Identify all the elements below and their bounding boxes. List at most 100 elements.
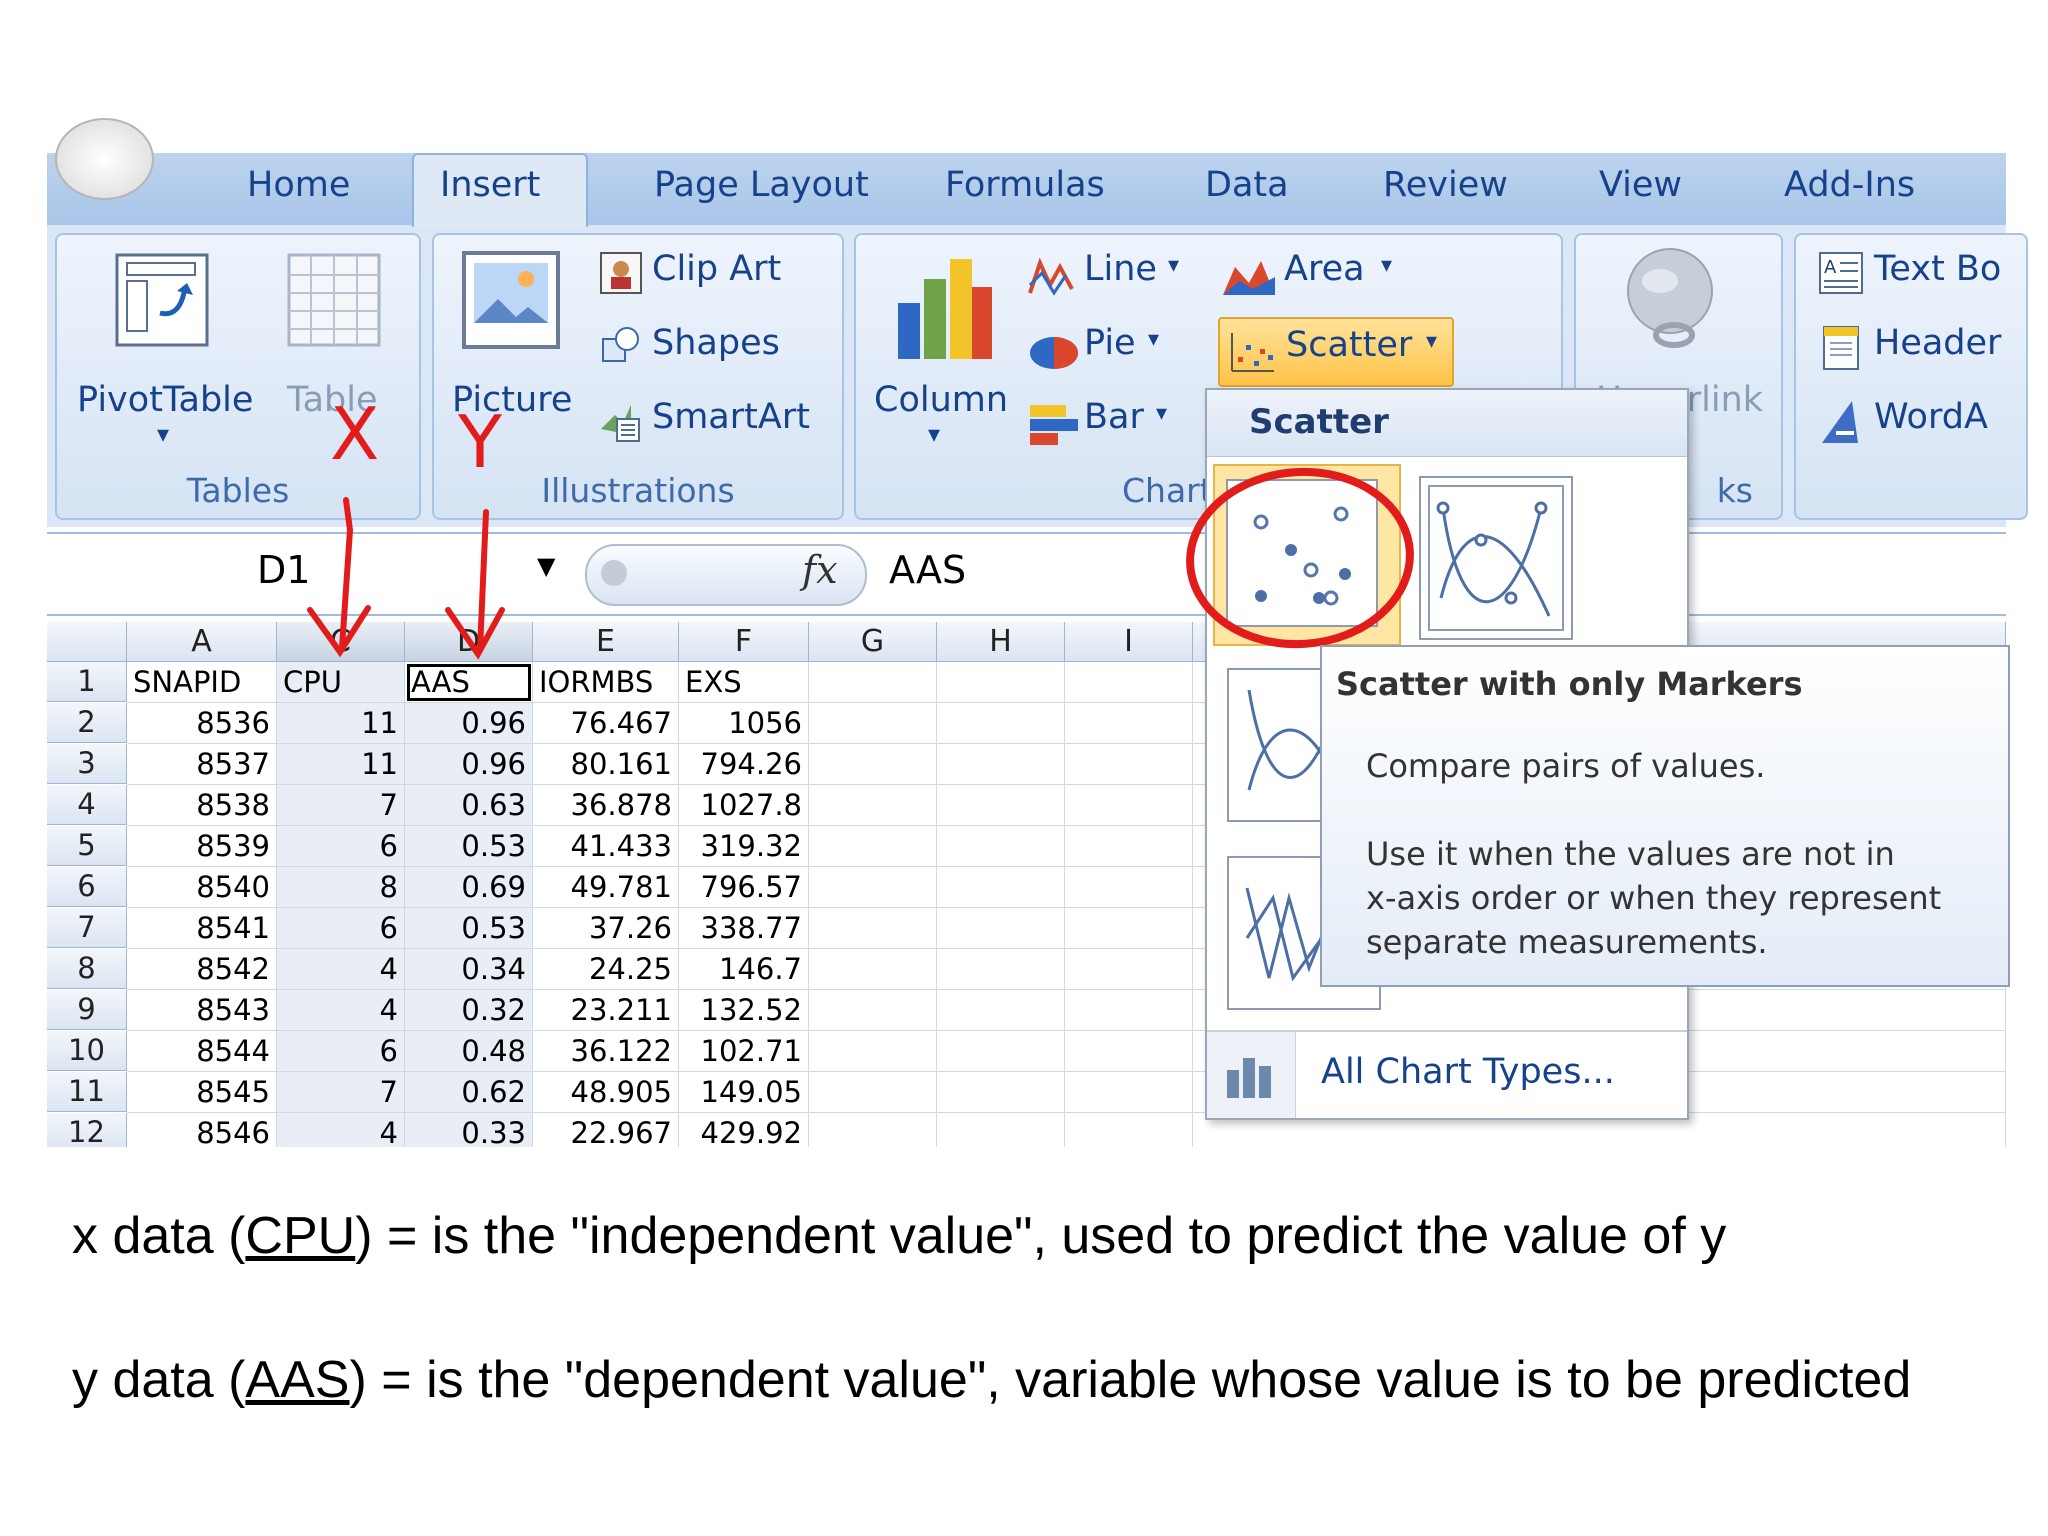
empty-cell[interactable] [937,744,1065,785]
row-header[interactable]: 4 [47,785,127,825]
empty-cell[interactable] [809,703,937,744]
expand-handle-icon[interactable] [601,560,627,586]
data-cell-c[interactable]: 4 [277,949,405,990]
empty-cell[interactable] [1065,949,1193,990]
data-cell-c[interactable]: 6 [277,908,405,949]
empty-cell[interactable] [937,1072,1065,1113]
shapes-icon[interactable] [599,325,643,369]
row-header[interactable]: 8 [47,949,127,989]
row-header[interactable]: 2 [47,703,127,743]
empty-cell[interactable] [937,1031,1065,1072]
row-header[interactable]: 1 [47,662,127,702]
area-dropdown-arrow-icon[interactable]: ▾ [1381,253,1392,278]
data-cell-d[interactable]: 0.63 [405,785,533,826]
empty-cell[interactable] [809,1113,937,1147]
header-cell-e[interactable]: IORMBS [533,662,679,703]
data-cell-a[interactable]: 8538 [127,785,277,826]
data-cell-d[interactable]: 0.34 [405,949,533,990]
column-header-a[interactable]: A [127,622,277,662]
row-header[interactable]: 10 [47,1031,127,1071]
data-cell-a[interactable]: 8542 [127,949,277,990]
empty-cell[interactable] [1065,908,1193,949]
text-box-icon[interactable]: A [1818,251,1864,295]
empty-cell[interactable] [809,1072,937,1113]
pie-chart-button[interactable]: Pie [1084,323,1136,363]
data-cell-e[interactable]: 41.433 [533,826,679,867]
data-cell-c[interactable]: 6 [277,1031,405,1072]
line-dropdown-arrow-icon[interactable]: ▾ [1168,253,1179,278]
select-all-corner[interactable] [47,622,127,662]
empty-cell[interactable] [809,1031,937,1072]
shapes-button[interactable]: Shapes [652,323,780,363]
wordart-icon[interactable] [1818,399,1868,447]
column-header-e[interactable]: E [533,622,679,662]
data-cell-a[interactable]: 8545 [127,1072,277,1113]
empty-cell[interactable] [1065,867,1193,908]
data-cell-e[interactable]: 37.26 [533,908,679,949]
empty-cell[interactable] [1065,703,1193,744]
picture-icon[interactable] [460,249,564,353]
bar-dropdown-arrow-icon[interactable]: ▾ [1156,401,1167,426]
clip-art-icon[interactable] [599,251,643,295]
scatter-button[interactable]: Scatter ▾ [1218,317,1454,387]
pivottable-icon[interactable] [115,253,211,349]
empty-cell[interactable] [937,1113,1065,1147]
data-cell-a[interactable]: 8537 [127,744,277,785]
data-cell-d[interactable]: 0.69 [405,867,533,908]
data-cell-f[interactable]: 429.92 [679,1113,809,1147]
data-cell-a[interactable]: 8541 [127,908,277,949]
table-icon[interactable] [287,253,383,349]
data-cell-c[interactable]: 8 [277,867,405,908]
data-cell-f[interactable]: 146.7 [679,949,809,990]
empty-cell[interactable] [937,949,1065,990]
data-cell-e[interactable]: 76.467 [533,703,679,744]
header-cell-a[interactable]: SNAPID [127,662,277,703]
line-chart-icon[interactable] [1028,255,1076,299]
row-header[interactable]: 12 [47,1113,127,1147]
data-cell-c[interactable]: 11 [277,744,405,785]
data-cell-f[interactable]: 132.52 [679,990,809,1031]
row-header[interactable]: 11 [47,1072,127,1112]
pie-dropdown-arrow-icon[interactable]: ▾ [1148,327,1159,352]
empty-cell[interactable] [1065,662,1193,703]
text-box-button[interactable]: Text Bo [1874,249,2001,289]
fx-icon[interactable]: fx [802,548,838,592]
column-header-h[interactable]: H [937,622,1065,662]
empty-cell[interactable] [937,867,1065,908]
data-cell-e[interactable]: 80.161 [533,744,679,785]
header-footer-button[interactable]: Header [1874,323,2001,363]
data-cell-d[interactable]: 0.32 [405,990,533,1031]
data-cell-f[interactable]: 1056 [679,703,809,744]
empty-cell[interactable] [1065,1072,1193,1113]
empty-cell[interactable] [809,826,937,867]
empty-cell[interactable] [937,785,1065,826]
header-footer-icon[interactable] [1818,325,1864,371]
empty-cell[interactable] [809,744,937,785]
empty-cell[interactable] [809,867,937,908]
pie-chart-icon[interactable] [1028,329,1080,373]
formula-input[interactable]: AAS [889,548,966,592]
data-cell-f[interactable]: 102.71 [679,1031,809,1072]
area-chart-icon[interactable] [1221,257,1277,297]
data-cell-f[interactable]: 796.57 [679,867,809,908]
area-chart-button[interactable]: Area [1284,249,1365,289]
empty-cell[interactable] [809,908,937,949]
row-header[interactable]: 5 [47,826,127,866]
data-cell-a[interactable]: 8546 [127,1113,277,1147]
data-cell-f[interactable]: 319.32 [679,826,809,867]
data-cell-e[interactable]: 36.122 [533,1031,679,1072]
line-chart-button[interactable]: Line [1084,249,1157,289]
row-header[interactable]: 7 [47,908,127,948]
empty-cell[interactable] [937,908,1065,949]
data-cell-d[interactable]: 0.33 [405,1113,533,1147]
column-dropdown-arrow-icon[interactable]: ▾ [928,420,940,448]
data-cell-e[interactable]: 24.25 [533,949,679,990]
hyperlink-globe-icon[interactable] [1620,245,1724,355]
empty-cell[interactable] [1065,1113,1193,1147]
row-header[interactable]: 6 [47,867,127,907]
data-cell-c[interactable]: 4 [277,1113,405,1147]
header-cell-f[interactable]: EXS [679,662,809,703]
column-header-g[interactable]: G [809,622,937,662]
empty-cell[interactable] [1065,990,1193,1031]
clip-art-button[interactable]: Clip Art [652,249,781,289]
